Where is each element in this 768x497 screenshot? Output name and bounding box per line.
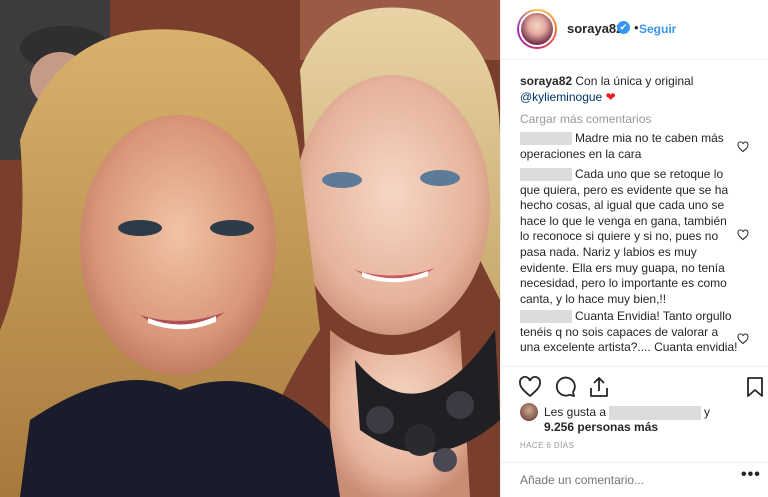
bookmark-icon[interactable] — [743, 375, 767, 399]
more-options-icon[interactable]: ••• — [741, 466, 761, 484]
liker-name-redacted[interactable] — [609, 405, 702, 420]
comment-text: Cada uno que se retoque lo que quiera, p… — [520, 167, 729, 306]
post-photo[interactable] — [0, 0, 500, 497]
post-caption: soraya82 Con la única y original @kyliem… — [520, 73, 755, 105]
likes-prefix: Les gusta a — [544, 405, 607, 419]
caption-username[interactable]: soraya82 — [520, 74, 572, 88]
caption-text: Con la única y original — [572, 74, 694, 88]
comment-item: Cuanta Envidia! Tanto orgullo tenéis q n… — [520, 309, 738, 356]
comment-author-redacted[interactable] — [520, 168, 572, 182]
comment-item: Madre mia no te caben más operaciones en… — [520, 131, 738, 162]
likes-text: Les gusta a y — [544, 404, 710, 420]
author-avatar[interactable] — [517, 9, 557, 49]
add-comment-bar: ••• — [501, 462, 768, 497]
comment-like-heart-icon[interactable] — [737, 141, 749, 153]
comment-icon[interactable] — [553, 375, 577, 399]
likes-count-link[interactable]: 9.256 personas más — [544, 420, 658, 434]
photo-illustration — [0, 0, 500, 497]
liker-avatar[interactable] — [520, 403, 538, 421]
load-more-comments-button[interactable]: Cargar más comentarios — [520, 112, 651, 126]
author-username[interactable]: soraya82 — [567, 21, 623, 36]
header-separator: • — [634, 20, 639, 35]
likes-suffix: y — [704, 405, 711, 419]
share-icon[interactable] — [587, 375, 611, 399]
comment-author-redacted[interactable] — [520, 310, 572, 324]
verified-icon: ✔ — [617, 21, 630, 34]
post-timestamp[interactable]: HACE 6 DÍAS — [520, 441, 574, 450]
post-side-panel: soraya82 ✔ • Seguir soraya82 Con la únic… — [500, 0, 768, 497]
red-heart-emoji-icon: ❤ — [605, 90, 616, 104]
post-header: soraya82 ✔ • Seguir — [501, 0, 768, 60]
comment-item: Cada uno que se retoque lo que quiera, p… — [520, 167, 738, 307]
comment-author-redacted[interactable] — [520, 132, 572, 146]
likes-summary: Les gusta a y 9.256 personas más — [520, 403, 760, 439]
caption-mention-link[interactable]: @kylieminogue — [520, 90, 602, 104]
heart-icon[interactable] — [518, 375, 542, 399]
follow-button[interactable]: Seguir — [639, 22, 676, 36]
comments-section[interactable]: soraya82 Con la única y original @kyliem… — [501, 61, 768, 366]
comment-like-heart-icon[interactable] — [737, 333, 749, 345]
add-comment-input[interactable] — [520, 473, 720, 487]
comment-like-heart-icon[interactable] — [737, 229, 749, 241]
author-avatar-image — [519, 11, 555, 47]
